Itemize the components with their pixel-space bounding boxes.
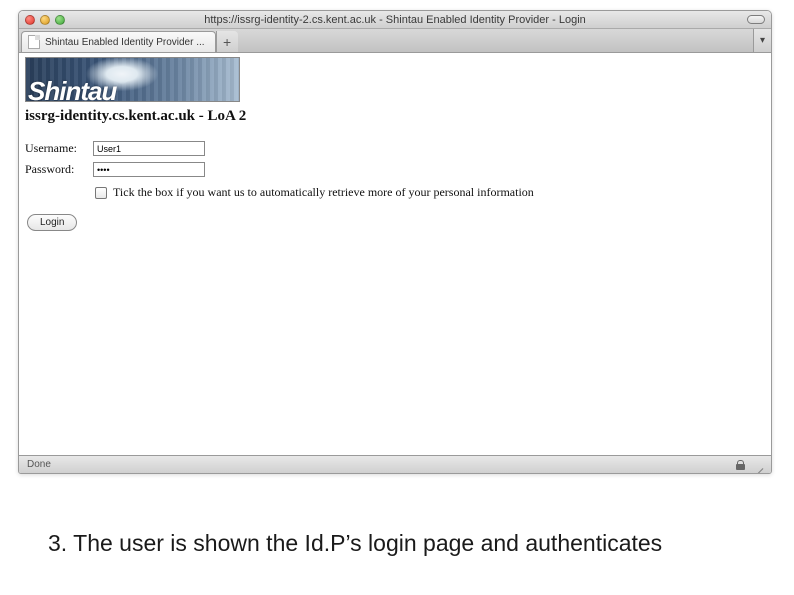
new-tab-button[interactable]: + bbox=[216, 31, 238, 52]
traffic-lights bbox=[25, 15, 65, 25]
status-bar: Done bbox=[19, 455, 771, 473]
zoom-icon[interactable] bbox=[55, 15, 65, 25]
toolbar-pill-icon[interactable] bbox=[747, 15, 765, 24]
slide-caption: 3. The user is shown the Id.P’s login pa… bbox=[48, 530, 688, 558]
retrieve-info-label: Tick the box if you want us to automatic… bbox=[113, 185, 534, 200]
titlebar: https://issrg-identity-2.cs.kent.ac.uk -… bbox=[19, 11, 771, 29]
password-row: Password: bbox=[25, 162, 765, 177]
resize-handle-icon[interactable] bbox=[751, 459, 763, 471]
brand-banner: Shintau bbox=[25, 57, 240, 102]
page-icon bbox=[28, 35, 40, 49]
username-label: Username: bbox=[25, 141, 93, 156]
login-button[interactable]: Login bbox=[27, 214, 77, 231]
page-heading: issrg-identity.cs.kent.ac.uk - LoA 2 bbox=[25, 108, 765, 125]
retrieve-info-row: Tick the box if you want us to automatic… bbox=[95, 185, 765, 200]
tab-menu-button[interactable]: ▾ bbox=[753, 29, 771, 52]
close-icon[interactable] bbox=[25, 15, 35, 25]
browser-window: https://issrg-identity-2.cs.kent.ac.uk -… bbox=[18, 10, 772, 474]
brand-logo-text: Shintau bbox=[28, 78, 116, 102]
status-text: Done bbox=[27, 459, 51, 470]
password-input[interactable] bbox=[93, 162, 205, 177]
tab-strip: Shintau Enabled Identity Provider ... + … bbox=[19, 29, 771, 53]
window-title: https://issrg-identity-2.cs.kent.ac.uk -… bbox=[19, 14, 771, 26]
retrieve-info-checkbox[interactable] bbox=[95, 187, 107, 199]
username-input[interactable] bbox=[93, 141, 205, 156]
page-content: Shintau issrg-identity.cs.kent.ac.uk - L… bbox=[19, 53, 771, 455]
tab-label: Shintau Enabled Identity Provider ... bbox=[45, 37, 205, 48]
lock-icon bbox=[736, 460, 745, 470]
minimize-icon[interactable] bbox=[40, 15, 50, 25]
username-row: Username: bbox=[25, 141, 765, 156]
password-label: Password: bbox=[25, 162, 93, 177]
browser-tab[interactable]: Shintau Enabled Identity Provider ... bbox=[21, 31, 216, 52]
